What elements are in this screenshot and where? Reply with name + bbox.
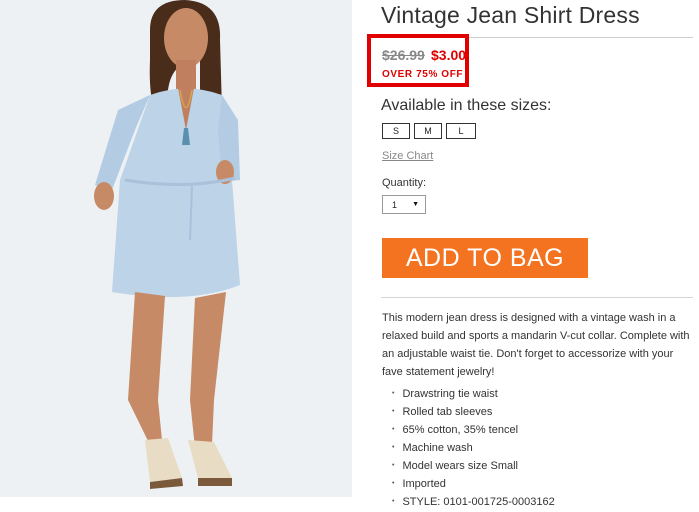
discount-label: OVER 75% OFF <box>382 69 464 80</box>
dropdown-arrow-icon: ▼ <box>412 201 419 208</box>
original-price: $26.99 <box>382 47 425 63</box>
add-to-bag-button[interactable]: ADD TO BAG <box>382 238 588 278</box>
quantity-select[interactable]: 1 ▼ <box>382 195 426 214</box>
product-description: This modern jean dress is designed with … <box>382 312 690 378</box>
sizes-heading: Available in these sizes: <box>381 97 552 114</box>
size-option-l[interactable]: L <box>446 123 476 139</box>
feature-item: Imported <box>392 476 555 494</box>
description-divider <box>381 297 693 298</box>
quantity-label: Quantity: <box>382 177 427 189</box>
size-chart-link[interactable]: Size Chart <box>382 150 433 162</box>
sale-price: $3.00 <box>431 47 467 63</box>
feature-item: Model wears size Small <box>392 458 555 476</box>
size-option-m[interactable]: M <box>414 123 442 139</box>
size-selector: S M L <box>382 123 476 139</box>
feature-item: Machine wash <box>392 440 555 458</box>
quantity-value: 1 <box>392 199 398 210</box>
feature-item: Rolled tab sleeves <box>392 404 555 422</box>
feature-item: Drawstring tie waist <box>392 386 555 404</box>
product-title: Vintage Jean Shirt Dress <box>381 2 640 28</box>
model-wearing-dress-illustration <box>0 0 352 497</box>
size-option-s[interactable]: S <box>382 123 410 139</box>
feature-list: Drawstring tie waist Rolled tab sleeves … <box>392 386 555 512</box>
feature-item: 65% cotton, 35% tencel <box>392 422 555 440</box>
product-image[interactable] <box>0 0 352 497</box>
